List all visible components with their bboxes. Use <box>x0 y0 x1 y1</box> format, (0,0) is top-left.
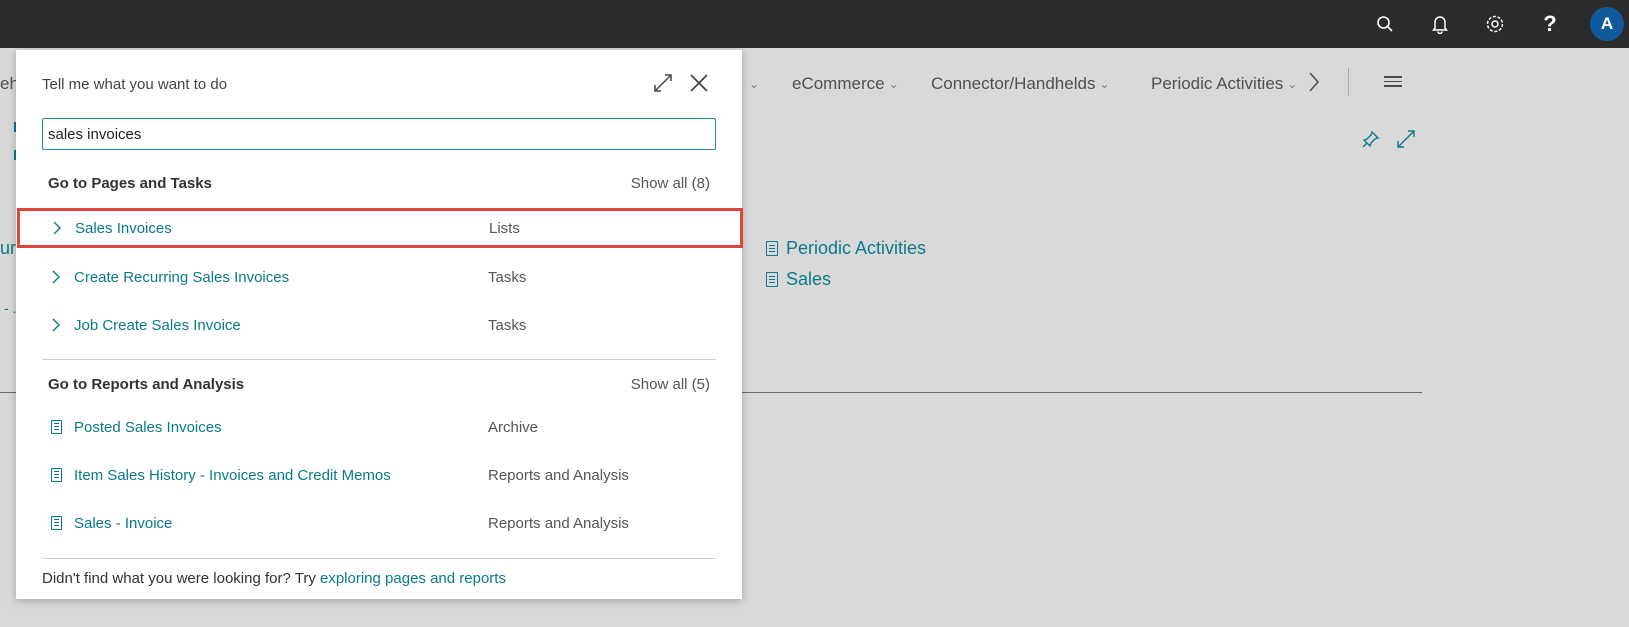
avatar[interactable]: A <box>1590 7 1624 41</box>
result-item-category: Lists <box>489 219 520 237</box>
bg-link-sales[interactable]: Sales <box>766 269 831 290</box>
search-input[interactable] <box>42 118 716 150</box>
report-icon <box>766 241 778 256</box>
result-item-label: Create Recurring Sales Invoices <box>74 268 290 286</box>
nav-scroll-right-icon[interactable] <box>1308 70 1320 94</box>
chevron-down-icon: ⌄ <box>888 77 899 91</box>
group-title-reports-analysis: Go to Reports and Analysis <box>48 376 245 393</box>
chevron-right-icon <box>48 317 64 333</box>
result-item-item-sales-history[interactable]: Item Sales History - Invoices and Credit… <box>16 455 742 495</box>
report-icon <box>48 419 64 435</box>
report-icon <box>48 515 64 531</box>
result-item-category: Reports and Analysis <box>488 514 629 532</box>
group-title-pages-tasks: Go to Pages and Tasks <box>48 175 212 192</box>
footer-text: Didn't find what you were looking for? T… <box>42 570 320 587</box>
search-icon[interactable] <box>1373 12 1397 36</box>
close-icon[interactable] <box>686 70 712 96</box>
show-all-pages-tasks-link[interactable]: Show all (8) <box>631 175 710 192</box>
chevron-right-icon <box>48 269 64 285</box>
result-item-label: Sales - Invoice <box>74 514 173 532</box>
result-item-sales-invoices[interactable]: Sales Invoices Lists <box>17 208 743 248</box>
tell-me-dialog: Tell me what you want to do Go to Pages … <box>16 50 743 599</box>
expand-page-icon[interactable] <box>1397 130 1415 153</box>
result-item-sales-invoice-report[interactable]: Sales - Invoice Reports and Analysis <box>16 503 742 543</box>
chevron-down-icon: ⌄ <box>1287 77 1298 91</box>
result-item-category: Archive <box>488 418 539 436</box>
nav-item-periodic-activities[interactable]: Periodic Activities ⌄ <box>1151 72 1297 96</box>
result-item-job-create-sales-invoice[interactable]: Job Create Sales Invoice Tasks <box>16 305 742 345</box>
nav-separator <box>1348 68 1349 96</box>
bg-link-fragment: ur <box>0 238 17 258</box>
result-item-category: Tasks <box>488 316 527 334</box>
nav-item-connector[interactable]: Connector/Handhelds ⌄ <box>931 72 1110 96</box>
result-item-category: Tasks <box>488 268 527 286</box>
result-item-label: Job Create Sales Invoice <box>74 316 241 334</box>
bell-icon[interactable] <box>1428 12 1452 36</box>
group-divider <box>42 359 716 360</box>
chevron-down-icon: ⌄ <box>1099 77 1110 91</box>
chevron-right-icon <box>49 220 65 236</box>
result-item-category: Reports and Analysis <box>488 466 629 484</box>
result-item-posted-sales-invoices[interactable]: Posted Sales Invoices Archive <box>16 407 742 447</box>
report-icon <box>48 467 64 483</box>
dialog-title: Tell me what you want to do <box>42 76 228 93</box>
expand-icon[interactable] <box>650 70 676 96</box>
result-item-label: Sales Invoices <box>75 219 172 237</box>
hamburger-menu-icon[interactable] <box>1384 76 1402 90</box>
report-icon <box>766 272 778 287</box>
nav-item-ecommerce[interactable]: eCommerce ⌄ <box>792 72 899 96</box>
explore-pages-link[interactable]: exploring pages and reports <box>320 570 506 587</box>
bg-text-fragment: - . <box>4 300 17 316</box>
show-all-reports-link[interactable]: Show all (5) <box>631 376 710 393</box>
gear-icon[interactable] <box>1483 12 1507 36</box>
pin-icon[interactable] <box>1362 130 1380 153</box>
result-item-label: Posted Sales Invoices <box>74 418 222 436</box>
help-icon[interactable]: ? <box>1538 11 1562 36</box>
nav-dropdown-chevron[interactable]: ⌄ <box>745 72 759 96</box>
footer-divider <box>42 558 716 559</box>
result-item-create-recurring-sales-invoices[interactable]: Create Recurring Sales Invoices Tasks <box>16 257 742 297</box>
dialog-footer: Didn't find what you were looking for? T… <box>42 570 506 587</box>
top-bar: ? A <box>0 0 1629 48</box>
bg-link-periodic-activities[interactable]: Periodic Activities <box>766 238 926 259</box>
result-item-label: Item Sales History - Invoices and Credit… <box>74 466 391 484</box>
